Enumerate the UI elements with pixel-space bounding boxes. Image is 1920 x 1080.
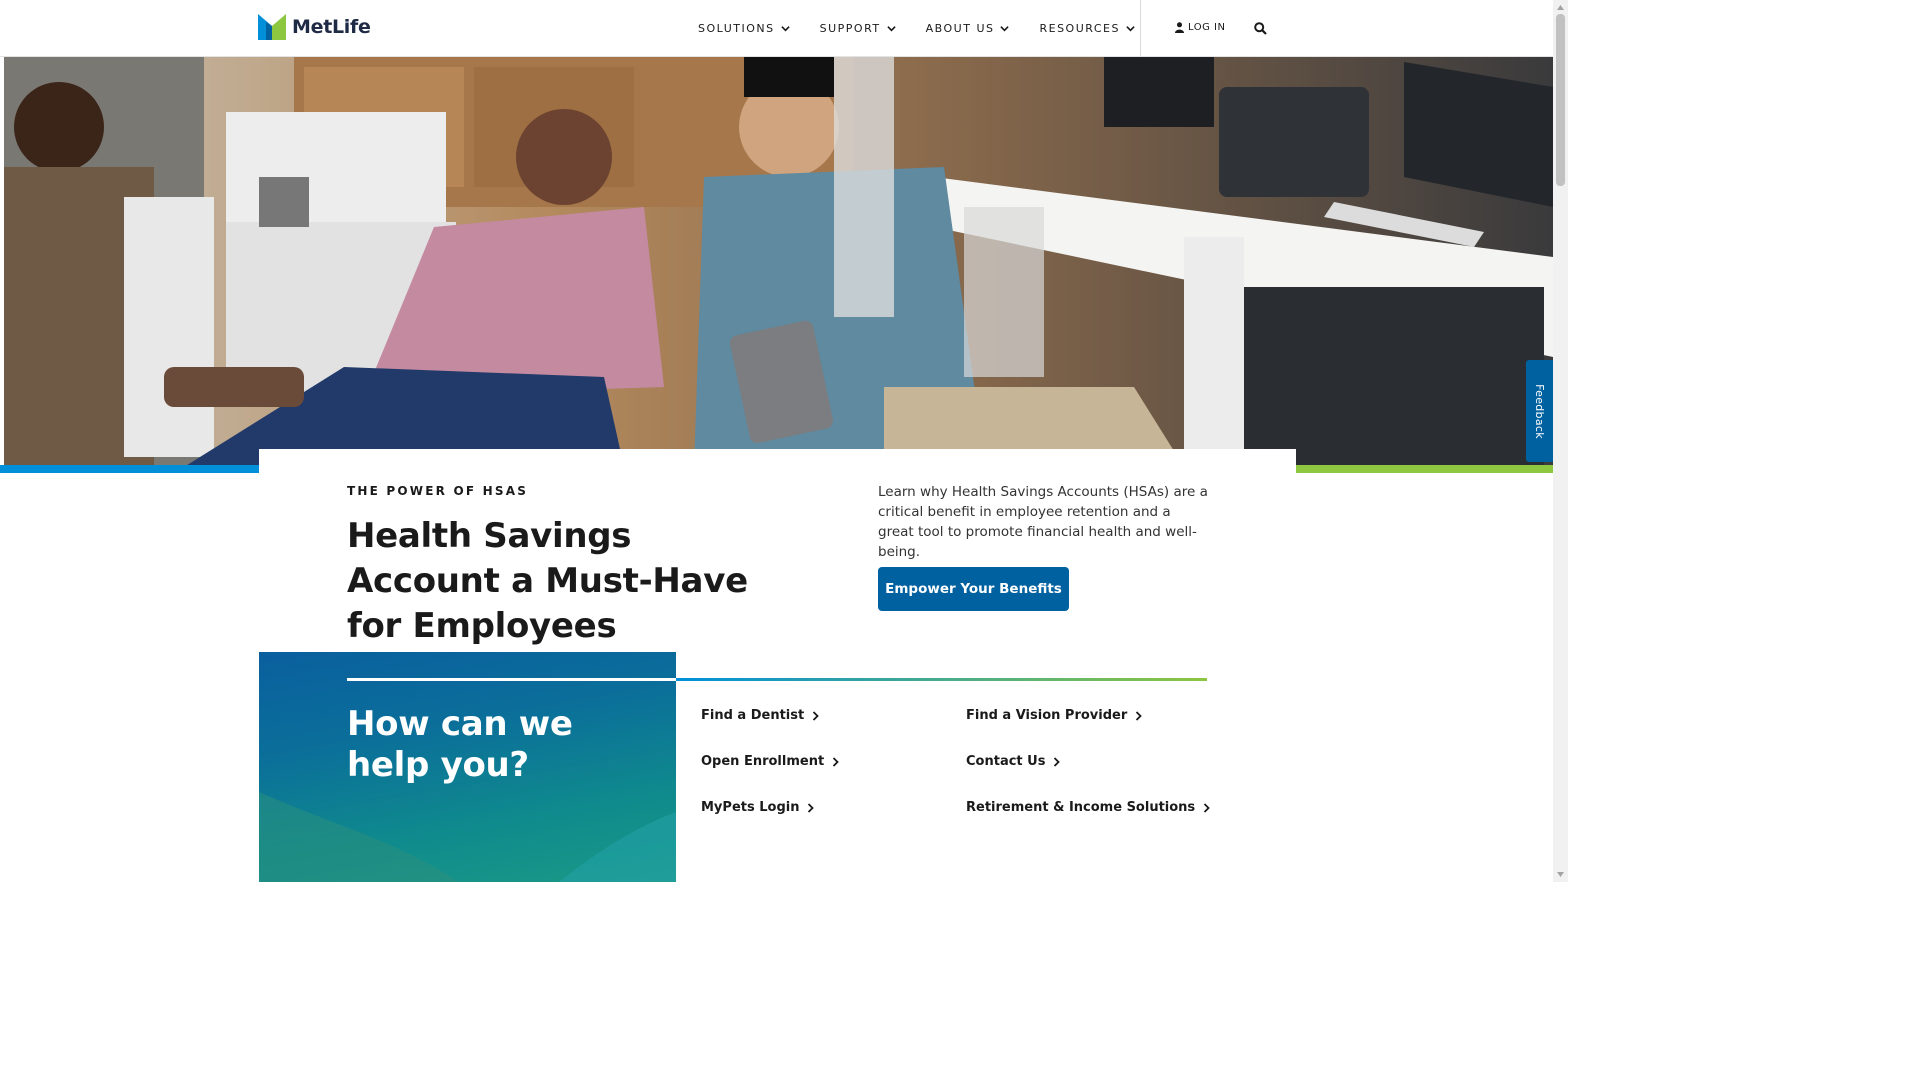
header-divider xyxy=(1140,0,1141,57)
chevron-down-icon xyxy=(886,26,896,32)
chevron-down-icon xyxy=(780,26,790,32)
hero-image xyxy=(4,57,1553,467)
find-a-dentist-link[interactable]: Find a Dentist xyxy=(701,708,819,723)
nav-resources-label: RESOURCES xyxy=(1039,22,1120,35)
user-icon xyxy=(1175,22,1184,33)
feature-intro: Learn why Health Savings Accounts (HSAs)… xyxy=(878,484,1208,560)
search-icon xyxy=(1254,22,1267,35)
chevron-down-icon xyxy=(1000,26,1010,32)
feedback-tab[interactable]: Feedback xyxy=(1526,360,1553,462)
nav-solutions[interactable]: SOLUTIONS xyxy=(698,22,790,35)
find-a-dentist-label: Find a Dentist xyxy=(701,708,805,723)
retirement-income-solutions-label: Retirement & Income Solutions xyxy=(966,800,1196,815)
chevron-right-icon xyxy=(833,756,839,767)
nav-about-us[interactable]: ABOUT US xyxy=(926,22,1010,35)
site-header: MetLife SOLUTIONS SUPPORT ABOUT US RESOU… xyxy=(0,0,1553,57)
find-a-vision-provider-link[interactable]: Find a Vision Provider xyxy=(966,708,1143,723)
scrollbar-thumb[interactable] xyxy=(1556,14,1565,186)
nav-resources[interactable]: RESOURCES xyxy=(1039,22,1135,35)
chevron-down-icon xyxy=(1126,26,1135,32)
feature-headline: Health Savings Account a Must-Have for E… xyxy=(347,516,748,646)
accent-stripe-blue xyxy=(0,465,260,473)
help-title: How can we help you? xyxy=(347,704,573,785)
scroll-up-arrow-icon[interactable] xyxy=(1556,3,1565,12)
chevron-right-icon xyxy=(1204,802,1210,813)
search-button[interactable] xyxy=(1254,20,1267,39)
accent-stripe-green xyxy=(1296,465,1553,473)
chevron-right-icon xyxy=(1054,756,1061,767)
login-label: LOG IN xyxy=(1188,22,1226,33)
open-enrollment-label: Open Enrollment xyxy=(701,754,825,769)
feature-eyebrow: THE POWER OF HSAS xyxy=(347,484,529,498)
find-a-vision-provider-label: Find a Vision Provider xyxy=(966,708,1128,723)
chevron-right-icon xyxy=(813,710,819,721)
contact-us-label: Contact Us xyxy=(966,754,1046,769)
chevron-right-icon xyxy=(1136,710,1143,721)
metlife-logo[interactable]: MetLife xyxy=(258,14,371,40)
login-link[interactable]: LOG IN xyxy=(1175,22,1225,33)
nav-about-us-label: ABOUT US xyxy=(925,22,995,35)
chevron-right-icon xyxy=(808,802,815,813)
logo-wordmark: MetLife xyxy=(292,16,371,38)
scroll-down-arrow-icon[interactable] xyxy=(1556,870,1565,879)
mypets-login-label: MyPets Login xyxy=(701,800,800,815)
open-enrollment-link[interactable]: Open Enrollment xyxy=(701,754,839,769)
help-rule-white xyxy=(347,678,676,681)
nav-support-label: SUPPORT xyxy=(819,22,881,35)
help-rule-gradient xyxy=(676,678,1207,681)
contact-us-link[interactable]: Contact Us xyxy=(966,754,1061,769)
empower-benefits-button[interactable]: Empower Your Benefits xyxy=(878,567,1069,611)
retirement-income-solutions-link[interactable]: Retirement & Income Solutions xyxy=(966,800,1210,815)
nav-solutions-label: SOLUTIONS xyxy=(698,22,775,35)
feedback-label: Feedback xyxy=(1533,383,1547,439)
main-nav: SOLUTIONS SUPPORT ABOUT US RESOURCES xyxy=(698,0,1165,57)
metlife-logo-icon xyxy=(258,14,286,40)
mypets-login-link[interactable]: MyPets Login xyxy=(701,800,815,815)
page-scrollbar[interactable] xyxy=(1553,0,1568,882)
nav-support[interactable]: SUPPORT xyxy=(820,22,896,35)
